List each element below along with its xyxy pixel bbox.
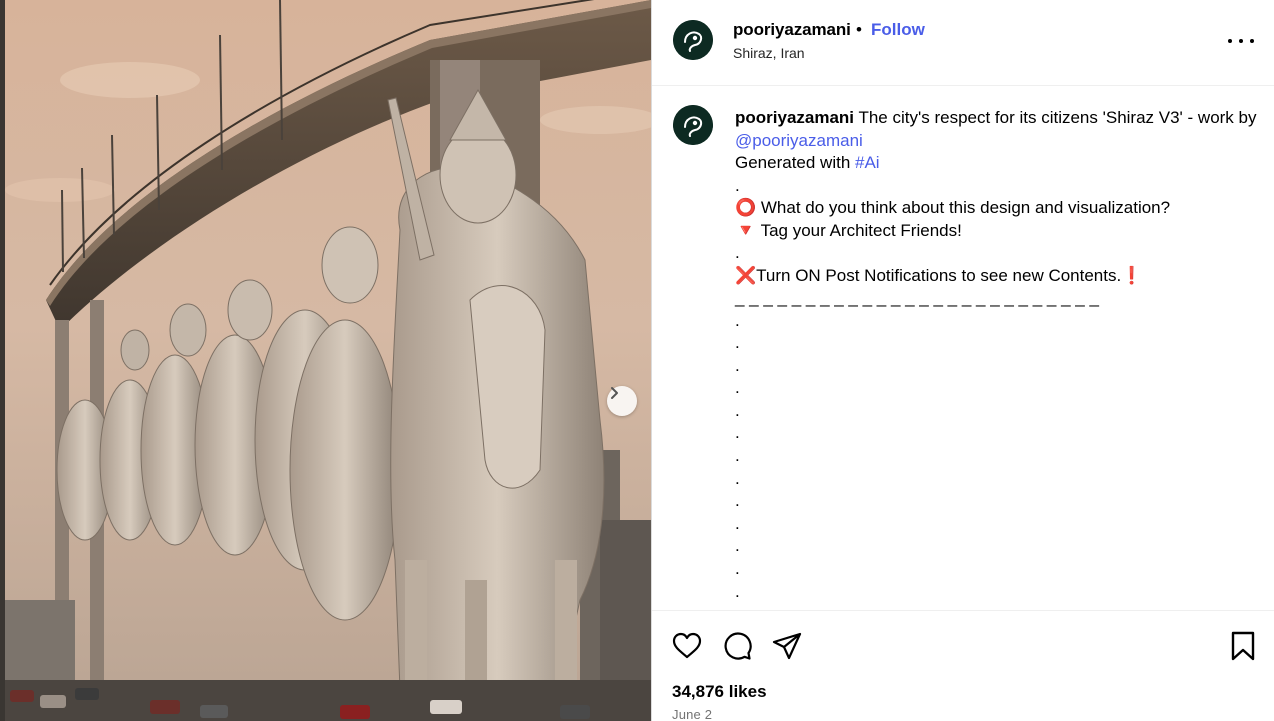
caption-dot: .	[735, 446, 740, 466]
header-username[interactable]: pooriyazamani	[733, 20, 851, 40]
caption-dot: .	[735, 175, 740, 195]
location-link[interactable]: Shiraz, Iran	[733, 45, 805, 61]
caption-dot: .	[735, 378, 740, 398]
chevron-right-icon	[611, 387, 618, 399]
caption-generated-line: Generated with #Ai	[735, 152, 1260, 175]
avatar-logo-icon	[673, 20, 713, 60]
caption-username[interactable]: pooriyazamani	[735, 108, 854, 127]
caption-dot: .	[735, 355, 740, 375]
hashtag-link[interactable]: #Ai	[855, 153, 880, 172]
caption-avatar[interactable]	[673, 105, 713, 145]
likes-count[interactable]: 34,876 likes	[672, 682, 767, 702]
caption-dot: .	[735, 423, 740, 443]
more-horizontal-icon[interactable]	[1228, 30, 1254, 52]
caption-notify-line: ❌Turn ON Post Notifications to see new C…	[735, 265, 1143, 285]
caption-tag-line: 🔻 Tag your Architect Friends!	[735, 220, 962, 240]
caption-section: pooriyazamani The city's respect for its…	[652, 87, 1274, 610]
avatar[interactable]	[673, 20, 713, 60]
avatar-logo-icon	[673, 105, 713, 145]
caption-body: The city's respect for its citizens 'Shi…	[854, 108, 1257, 127]
statues-illustration	[0, 0, 651, 721]
mention-link[interactable]: @pooriyazamani	[735, 131, 863, 150]
next-image-button[interactable]	[607, 386, 637, 416]
caption-dot: .	[735, 491, 740, 511]
post-actions: 34,876 likes June 2	[652, 610, 1274, 721]
caption-dot: .	[735, 536, 740, 556]
post-image[interactable]	[0, 0, 651, 721]
media-edge	[0, 0, 5, 721]
caption-question: ⭕ What do you think about this design an…	[735, 198, 1171, 217]
post-side-panel: pooriyazamani • Follow Shiraz, Iran poor…	[651, 0, 1274, 721]
bookmark-icon[interactable]	[1227, 630, 1259, 662]
caption-dot: .	[735, 513, 740, 533]
caption-underscores: _ _ _ _ _ _ _ _ _ _ _ _ _ _ _ _ _ _ _ _ …	[735, 288, 1099, 307]
caption-dot: .	[735, 468, 740, 488]
generated-prefix: Generated with	[735, 153, 856, 172]
heart-icon[interactable]	[671, 630, 703, 662]
caption-dot: .	[735, 333, 740, 353]
header-separator: •	[856, 20, 862, 39]
follow-button[interactable]: Follow	[871, 20, 925, 40]
caption-text: pooriyazamani The city's respect for its…	[735, 107, 1260, 603]
caption-first-line: pooriyazamani The city's respect for its…	[735, 107, 1260, 152]
caption-dot: .	[735, 310, 740, 330]
caption-trailing-dots: . . . . . . . . . . . . .	[735, 310, 1260, 604]
comment-icon[interactable]	[721, 630, 753, 662]
post-header: pooriyazamani • Follow Shiraz, Iran	[652, 0, 1274, 86]
caption-dot: .	[735, 400, 740, 420]
caption-dot: .	[735, 581, 740, 601]
caption-dot: .	[735, 243, 740, 262]
share-icon[interactable]	[771, 630, 803, 662]
post-date[interactable]: June 2	[672, 707, 712, 721]
caption-dot: .	[735, 559, 740, 579]
